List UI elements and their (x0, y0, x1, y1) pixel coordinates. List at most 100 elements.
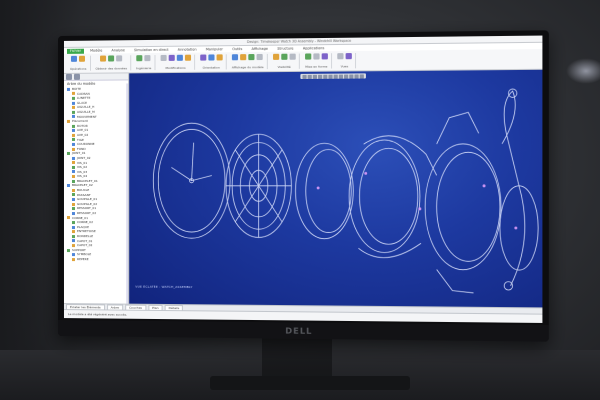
model-tree-panel: Arbre du modèle BOITE CADRAN LUNETTE GLACE A… (64, 73, 129, 318)
view-tool-icon[interactable] (359, 74, 363, 78)
part-icon (67, 216, 70, 219)
part-icon (72, 258, 75, 261)
part-icon (72, 239, 75, 242)
ribbon-group-label: Orientation (203, 66, 220, 70)
ribbon-tool-icon[interactable] (273, 54, 279, 60)
ribbon-group: Vues (334, 53, 356, 69)
ribbon-tool-icon[interactable] (208, 54, 214, 60)
workspace: Arbre du modèle BOITE CADRAN LUNETTE GLACE A… (64, 70, 542, 323)
ribbon-tool-icon[interactable] (337, 53, 343, 59)
part-icon (72, 230, 75, 233)
menu-tab[interactable]: Simulation en direct (131, 47, 172, 52)
menu-tab[interactable]: Fichier (67, 48, 84, 53)
tree-item-label: REPERE (77, 257, 89, 262)
ribbon-tool-icon[interactable] (289, 54, 295, 60)
part-icon (72, 170, 75, 173)
view-tool-icon[interactable] (338, 74, 342, 78)
view-tool-icon[interactable] (354, 74, 358, 78)
hour-hand (171, 167, 191, 180)
part-icon (72, 166, 75, 169)
menu-tab[interactable]: Structure (274, 46, 297, 51)
part-icon (72, 92, 75, 95)
part-icon (72, 134, 75, 137)
part-icon (67, 152, 70, 155)
menu-tab[interactable]: Analyse (108, 48, 127, 53)
view-tool-icon[interactable] (333, 74, 337, 78)
ribbon-group-label: Modifications (166, 66, 186, 70)
ribbon-group-label: Mise en forme (305, 65, 327, 69)
part-icon (72, 101, 75, 104)
ribbon-tool-icon[interactable] (185, 55, 191, 61)
monitor-bezel: DELL (58, 320, 549, 342)
view-tool-icon[interactable] (328, 74, 332, 78)
view-tool-icon[interactable] (312, 74, 316, 78)
view-toolbar (300, 73, 366, 79)
ribbon-tool-icon[interactable] (345, 53, 351, 59)
ribbon-group-label: Vues (341, 64, 348, 68)
part-icon (67, 184, 70, 187)
view-tool-icon[interactable] (318, 74, 322, 78)
part-icon (72, 115, 75, 118)
ribbon-tool-icon[interactable] (79, 56, 85, 62)
ribbon-tool-icon[interactable] (108, 55, 114, 61)
part-icon (72, 221, 75, 224)
view-tool-icon[interactable] (344, 74, 348, 78)
ribbon-group: Orientation (197, 54, 227, 69)
ribbon-tool-icon[interactable] (232, 54, 238, 60)
ribbon-tool-icon[interactable] (257, 54, 263, 60)
menu-tab[interactable]: Manipuler (203, 47, 226, 52)
ribbon-tool-icon[interactable] (321, 53, 327, 59)
ribbon-tool-icon[interactable] (145, 55, 151, 61)
ribbon-tool-icon[interactable] (216, 54, 222, 60)
part-icon (72, 193, 75, 196)
ribbon-tool-icon[interactable] (137, 55, 143, 61)
ribbon-tool-icon[interactable] (116, 55, 122, 61)
tree-item[interactable]: REPERE (64, 257, 128, 262)
view-tool-icon[interactable] (323, 74, 327, 78)
menu-tab[interactable]: Modèle (87, 48, 105, 53)
tree-filter-icon[interactable] (74, 74, 80, 80)
view-tool-icon[interactable] (302, 74, 306, 78)
part-icon (72, 97, 75, 100)
ribbon-tool-icon[interactable] (281, 54, 287, 60)
part-icon (72, 138, 75, 141)
part-icon (72, 244, 75, 247)
model-tree-list: BOITE CADRAN LUNETTE GLACE AIGUILLE_H AIGUILL… (64, 86, 128, 262)
part-icon (72, 129, 75, 132)
part-icon (72, 180, 75, 183)
ribbon-tool-icon[interactable] (200, 55, 206, 61)
ribbon-group-label: Obtenir des données (96, 66, 127, 70)
viewport-annotation: VUE ÉCLATÉE - WATCH_ASSEMBLY (135, 285, 192, 289)
ribbon-tool-icon[interactable] (160, 55, 166, 61)
ribbon-tool-icon[interactable] (168, 55, 174, 61)
menu-tab[interactable]: Affichage (248, 46, 271, 51)
ribbon-tool-icon[interactable] (313, 53, 319, 59)
part-icon (72, 212, 75, 215)
monitor-brand-logo: DELL (285, 326, 312, 335)
tree-scrollbar[interactable] (126, 83, 128, 316)
ribbon-tool-icon[interactable] (177, 55, 183, 61)
view-tool-icon[interactable] (349, 74, 353, 78)
part-icon (72, 198, 75, 201)
ribbon-tool-icon[interactable] (240, 54, 246, 60)
menu-tab[interactable]: Annotation (175, 47, 200, 52)
menu-tab[interactable]: Outils (229, 46, 245, 51)
part-icon (72, 175, 75, 178)
view-tool-icon[interactable] (307, 74, 311, 78)
ribbon-tool-icon[interactable] (71, 56, 77, 62)
ribbon-tool-icon[interactable] (249, 54, 255, 60)
monitor: Design: Timekeeper Watch 3D Assembly - W… (58, 30, 549, 341)
ribbon-tool-icon[interactable] (100, 56, 106, 62)
part-icon (72, 203, 75, 206)
part-icon (72, 226, 75, 229)
menu-tab[interactable]: Applications (300, 46, 328, 51)
ribbon-tool-icon[interactable] (305, 53, 311, 59)
light-glare (566, 58, 600, 84)
tree-settings-icon[interactable] (66, 74, 72, 80)
ribbon-group: Modifications (157, 55, 195, 70)
ribbon-group: Mise en forme (302, 53, 332, 69)
ribbon-group: Opérations (67, 56, 91, 71)
graphics-viewport[interactable]: VUE ÉCLATÉE - WATCH_ASSEMBLY (129, 70, 542, 323)
monitor-base (210, 376, 410, 390)
ribbon-group-label: Opérations (70, 67, 87, 71)
